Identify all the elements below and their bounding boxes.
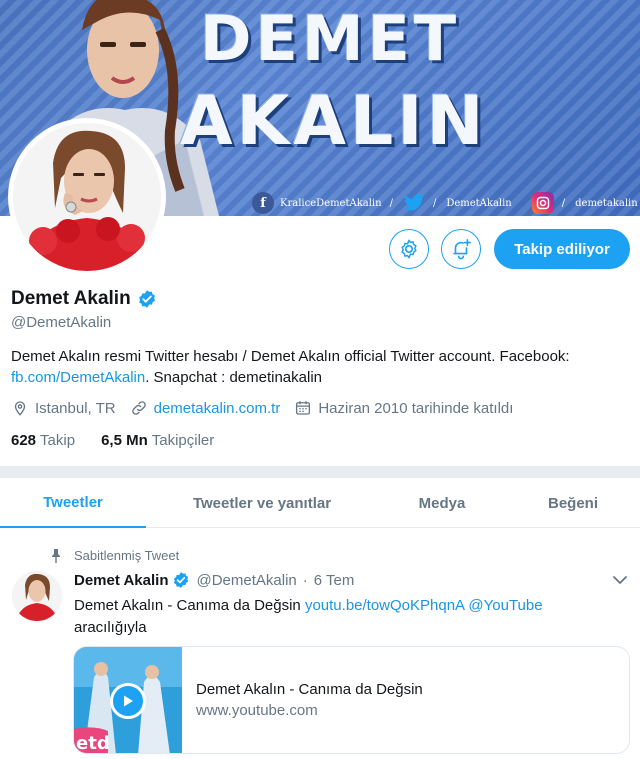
following-label: Takip — [40, 432, 76, 449]
profile-location: Istanbul, TR — [35, 399, 116, 417]
tweet-mention[interactable]: @YouTube — [468, 597, 542, 614]
tab-media[interactable]: Medya — [378, 478, 506, 528]
chevron-down-icon — [613, 576, 627, 584]
banner-title-line2: AKALIN — [180, 82, 488, 161]
profile-handle: @DemetAkalin — [11, 314, 112, 331]
social-divider: / — [389, 197, 393, 209]
profile-meta: Istanbul, TR demetakalin.com.tr Haziran … — [11, 399, 527, 417]
play-icon[interactable] — [110, 683, 146, 719]
calendar-icon — [296, 401, 311, 415]
bio-text-rest: . Snapchat : demetinakalin — [145, 369, 322, 386]
bio-facebook-link[interactable]: fb.com/DemetAkalin — [11, 369, 145, 386]
card-body: Demet Akalın - Canıma da Değsin www.yout… — [182, 647, 437, 753]
social-handle-instagram: demetakalin — [575, 197, 638, 209]
followers-count: 6,5 Mn — [101, 432, 148, 449]
instagram-icon — [531, 192, 554, 214]
followers-stat[interactable]: 6,5 Mn Takipçiler — [101, 432, 214, 449]
section-divider — [0, 466, 640, 478]
profile-name: Demet Akalin — [11, 288, 131, 309]
tweet-author-handle[interactable]: @DemetAkalin — [196, 572, 296, 589]
svg-text:etd: etd — [76, 733, 110, 754]
following-count: 628 — [11, 432, 37, 449]
card-title: Demet Akalın - Canıma da Değsin — [196, 681, 423, 698]
profile-stats: 628 Takip 6,5 Mn Takipçiler — [11, 432, 240, 449]
tweet-time[interactable]: 6 Tem — [314, 572, 355, 589]
tab-likes[interactable]: Beğeni — [506, 478, 640, 528]
bell-plus-icon — [453, 239, 471, 260]
pinned-tweet-label: Sabitlenmiş Tweet — [50, 548, 179, 563]
link-preview-card[interactable]: etd Demet Akalın - Canıma da Değsin www.… — [73, 646, 630, 754]
pinned-tweet-text: Sabitlenmiş Tweet — [74, 548, 180, 563]
following-stat[interactable]: 628 Takip — [11, 432, 75, 449]
verified-badge-icon — [174, 572, 189, 588]
gear-icon — [401, 239, 417, 259]
social-divider: / — [561, 197, 566, 209]
bio-text: Demet Akalın resmi Twitter hesabı / Deme… — [11, 348, 570, 365]
tab-tweets[interactable]: Tweetler — [0, 478, 146, 528]
facebook-icon: f — [252, 192, 274, 214]
profile-name-row: Demet Akalin — [11, 288, 157, 310]
profile-joined-date: Haziran 2010 tarihinde katıldı — [318, 399, 514, 417]
tweet-text: Demet Akalın - Canıma da Değsin youtu.be… — [74, 595, 624, 639]
verified-badge-icon — [138, 290, 155, 308]
tweet-text-end: aracılığıyla — [74, 619, 147, 636]
card-domain: www.youtube.com — [196, 702, 318, 719]
twitter-icon — [403, 192, 425, 214]
notifications-button[interactable] — [441, 229, 481, 269]
link-icon — [131, 401, 146, 415]
tweet-separator: · — [302, 571, 308, 589]
social-handle-twitter: DemetAkalin — [446, 197, 512, 209]
card-thumbnail: etd — [74, 647, 182, 754]
social-handle-facebook: KraliceDemetAkalin — [280, 197, 382, 209]
following-button[interactable]: Takip ediliyor — [494, 229, 630, 269]
tweet-author-name[interactable]: Demet Akalin — [74, 572, 168, 589]
profile-tabs: Tweetler Tweetler ve yanıtlar Medya Beğe… — [0, 478, 640, 528]
profile-website-link[interactable]: demetakalin.com.tr — [154, 400, 281, 417]
banner-social-links: f KraliceDemetAkalin / / DemetAkalin / d… — [252, 192, 638, 214]
tweet-author-avatar[interactable] — [12, 571, 62, 621]
tweet-avatar-photo — [12, 571, 62, 621]
tweet-options-button[interactable] — [612, 572, 628, 593]
tab-tweets-replies[interactable]: Tweetler ve yanıtlar — [146, 478, 378, 528]
followers-label: Takipçiler — [151, 432, 215, 449]
social-divider: / — [432, 197, 437, 209]
banner-title-line1: DEMET — [200, 2, 461, 75]
profile-bio: Demet Akalın resmi Twitter hesabı / Deme… — [11, 346, 631, 388]
tweet-text-start: Demet Akalın - Canıma da Değsin — [74, 597, 305, 614]
profile-settings-button[interactable] — [389, 229, 429, 269]
profile-avatar[interactable] — [8, 118, 166, 276]
tweet-header: Demet Akalin @DemetAkalin · 6 Tem — [74, 571, 354, 589]
location-pin-icon — [14, 401, 26, 416]
pin-icon — [52, 548, 60, 563]
avatar-photo — [13, 123, 161, 271]
tweet-youtube-link[interactable]: youtu.be/towQoKPhqnA — [305, 597, 464, 614]
